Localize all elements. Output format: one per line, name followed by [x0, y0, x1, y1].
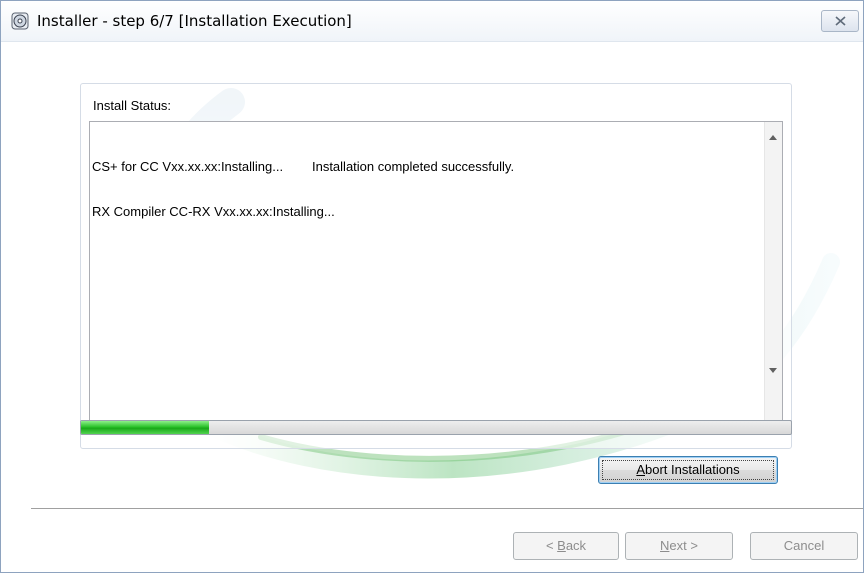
back-button[interactable]: < Back	[513, 532, 619, 560]
title-bar: Installer - step 6/7 [Installation Execu…	[1, 1, 863, 42]
installer-disc-icon	[11, 12, 29, 30]
back-prefix: <	[545, 538, 558, 553]
window-title: Installer - step 6/7 [Installation Execu…	[37, 12, 352, 30]
next-mnemonic: N	[660, 538, 670, 553]
log-lines: CS+ for CC Vxx.xx.xx:Installing... Insta…	[92, 129, 752, 249]
install-status-label: Install Status:	[93, 98, 172, 113]
scroll-up-arrow-icon[interactable]	[769, 135, 777, 140]
installer-window: Installer - step 6/7 [Installation Execu…	[0, 0, 864, 573]
log-line: RX Compiler CC-RX Vxx.xx.xx:Installing..…	[92, 204, 335, 219]
log-line: CS+ for CC Vxx.xx.xx:Installing... Insta…	[92, 159, 515, 174]
install-progress-bar	[80, 420, 792, 435]
wizard-body: Install Status: CS+ for CC Vxx.xx.xx:Ins…	[1, 42, 863, 572]
back-label: ack	[565, 538, 587, 553]
back-mnemonic: B	[557, 538, 566, 553]
install-status-log[interactable]: CS+ for CC Vxx.xx.xx:Installing... Insta…	[89, 121, 783, 429]
next-label: ext >	[669, 538, 698, 553]
abort-installations-button[interactable]: Abort Installations	[598, 456, 778, 484]
next-button[interactable]: Next >	[625, 532, 733, 560]
abort-label: bort Installations	[645, 462, 740, 477]
progress-fill	[81, 421, 209, 434]
cancel-button[interactable]: Cancel	[750, 532, 858, 560]
abort-mnemonic: A	[636, 462, 645, 477]
log-scrollbar[interactable]	[764, 122, 782, 428]
close-button[interactable]	[821, 10, 859, 32]
scroll-down-arrow-icon[interactable]	[769, 368, 777, 373]
footer-separator	[31, 508, 863, 510]
close-icon	[835, 16, 846, 26]
